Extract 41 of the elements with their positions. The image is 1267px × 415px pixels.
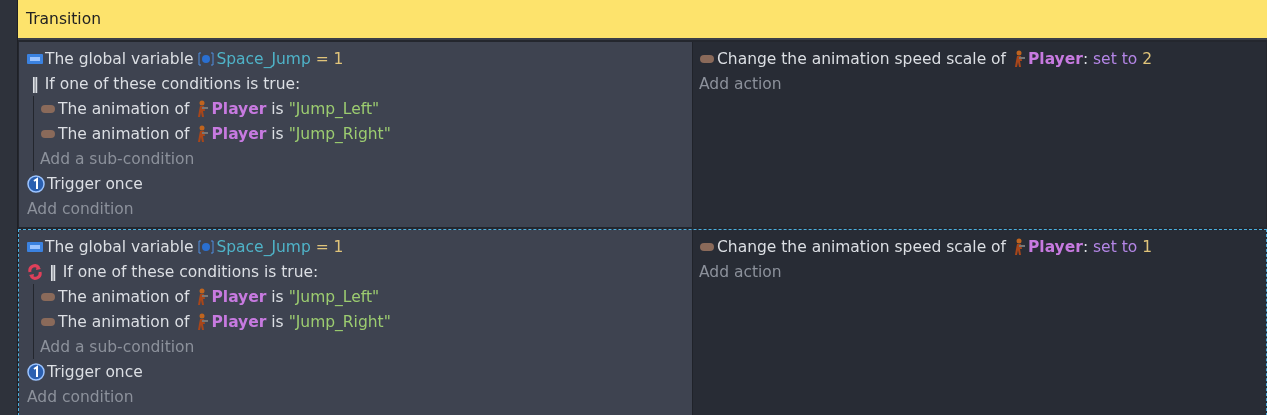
object-icon bbox=[40, 128, 56, 139]
variable-icon bbox=[27, 240, 43, 253]
condition-text: The animation of Player is "Jump_Left" bbox=[58, 287, 380, 306]
condition-text: Trigger once bbox=[47, 362, 143, 381]
figure-icon bbox=[1012, 49, 1025, 68]
number-one-icon bbox=[27, 362, 45, 381]
condition-text: If one of these conditions is true: bbox=[44, 74, 301, 93]
condition-text: If one of these conditions is true: bbox=[62, 262, 319, 281]
add-condition-link[interactable]: Add condition bbox=[27, 384, 692, 409]
condition-text: Trigger once bbox=[47, 174, 143, 193]
figure-icon bbox=[196, 99, 209, 118]
condition-text: The global variable Space_Jump = 1 bbox=[45, 49, 344, 68]
condition-text: Change the animation speed scale of Player: set to 2 bbox=[717, 49, 1153, 68]
add-action-link[interactable]: Add action bbox=[699, 259, 1266, 284]
object-icon bbox=[40, 316, 56, 327]
group-title[interactable]: Transition bbox=[18, 0, 1267, 40]
figure-icon bbox=[196, 287, 209, 306]
object-icon bbox=[699, 241, 715, 252]
figure-icon bbox=[1012, 237, 1025, 256]
add-condition-link[interactable]: Add condition bbox=[27, 196, 692, 221]
or-marker: ‖ bbox=[49, 262, 57, 281]
add-sub-condition-link[interactable]: Add a sub-condition bbox=[40, 146, 692, 171]
condition-text: The global variable Space_Jump = 1 bbox=[45, 237, 344, 256]
variable-icon bbox=[27, 52, 43, 65]
number-one-icon bbox=[27, 174, 45, 193]
condition-text: The animation of Player is "Jump_Right" bbox=[58, 124, 391, 143]
condition-text: Change the animation speed scale of Player: set to 1 bbox=[717, 237, 1153, 256]
condition-text: The animation of Player is "Jump_Right" bbox=[58, 312, 391, 331]
figure-icon bbox=[196, 312, 209, 331]
object-icon bbox=[40, 291, 56, 302]
or-marker: ‖ bbox=[31, 74, 39, 93]
condition-text: The animation of Player is "Jump_Left" bbox=[58, 99, 380, 118]
add-sub-condition-link[interactable]: Add a sub-condition bbox=[40, 334, 692, 359]
figure-icon bbox=[196, 124, 209, 143]
globe-icon bbox=[198, 51, 215, 66]
event-row[interactable] bbox=[18, 41, 1267, 228]
globe-icon bbox=[198, 239, 215, 254]
object-icon bbox=[699, 53, 715, 64]
add-action-link[interactable]: Add action bbox=[699, 71, 1266, 96]
object-icon bbox=[40, 103, 56, 114]
event-row[interactable] bbox=[18, 229, 1267, 415]
